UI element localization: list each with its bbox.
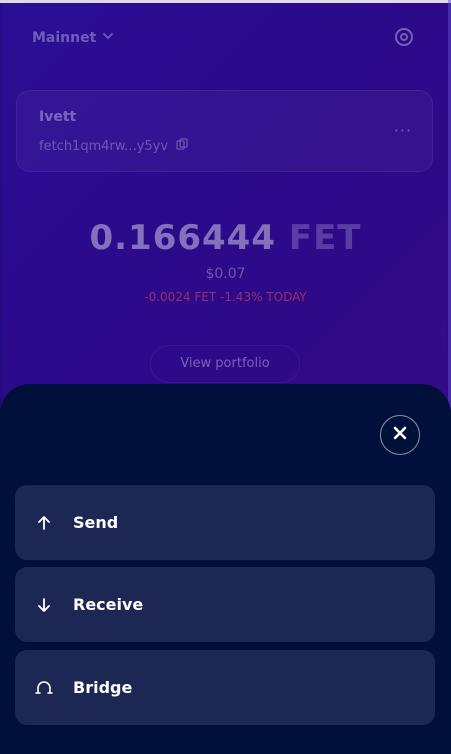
balance-change: -0.0024 FET -1.43% TODAY xyxy=(144,290,307,304)
bridge-button[interactable]: Bridge xyxy=(15,650,435,725)
more-icon: ··· xyxy=(393,121,412,140)
balance: 0.166444 FET xyxy=(0,218,451,258)
fiat-value: $0.07 xyxy=(205,266,246,282)
balance-unit: FET xyxy=(288,218,362,258)
view-portfolio-button: View portfolio xyxy=(150,345,300,383)
window-top-edge xyxy=(0,0,451,3)
wallet-card: Ivett fetch1qm4rw...y5yv ··· xyxy=(16,90,433,172)
send-button[interactable]: Send xyxy=(15,485,435,560)
settings-icon xyxy=(392,25,416,49)
bridge-icon xyxy=(15,680,73,696)
network-selector: Mainnet xyxy=(32,30,114,46)
receive-button[interactable]: Receive xyxy=(15,567,435,642)
balance-amount: 0.166444 xyxy=(89,218,277,258)
bridge-label: Bridge xyxy=(73,678,133,697)
chevron-down-icon xyxy=(102,30,114,46)
wallet-address: fetch1qm4rw...y5yv xyxy=(39,138,188,154)
copy-icon xyxy=(176,138,188,154)
wallet-name: Ivett xyxy=(39,109,77,125)
arrow-down-icon xyxy=(15,597,73,613)
receive-label: Receive xyxy=(73,595,144,614)
close-icon xyxy=(392,425,408,445)
wallet-address-text: fetch1qm4rw...y5yv xyxy=(39,138,169,154)
network-selector-label: Mainnet xyxy=(32,30,97,46)
arrow-up-icon xyxy=(15,515,73,531)
close-button[interactable] xyxy=(380,415,420,455)
send-label: Send xyxy=(73,513,119,532)
